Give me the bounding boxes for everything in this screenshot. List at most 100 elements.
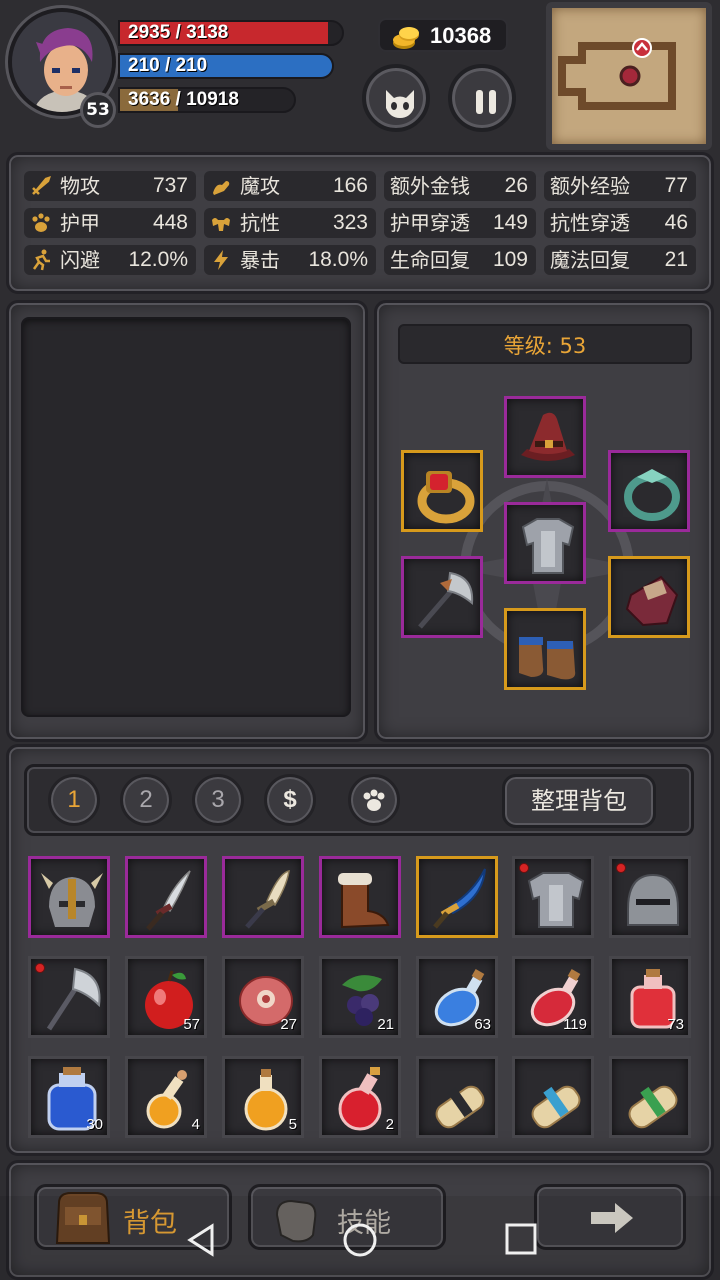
back-icon[interactable] [184, 1222, 218, 1258]
stat-label: 护甲 [60, 211, 100, 235]
item-count: 27 [280, 1016, 297, 1033]
item-count: 2 [385, 1116, 394, 1133]
inventory-slot[interactable] [222, 856, 304, 938]
stat-value: 448 [152, 211, 188, 234]
stat-label: 抗性 [240, 211, 280, 235]
stat-value: 26 [504, 174, 528, 197]
item-count: 21 [377, 1016, 394, 1033]
pause-button[interactable] [448, 64, 516, 132]
level-badge: 53 [80, 92, 116, 128]
paw-icon [363, 789, 385, 811]
equip-slot-chest[interactable] [504, 502, 586, 584]
stat-3: 额外金钱 26 [384, 171, 536, 201]
inventory-slot[interactable] [319, 856, 401, 938]
chest-armor-icon [527, 872, 585, 928]
inventory-slot[interactable] [609, 856, 691, 938]
stat-value: 149 [492, 211, 528, 234]
inventory-slot[interactable] [416, 1056, 498, 1138]
boots-icon [519, 637, 576, 680]
stat-label: 额外经验 [550, 174, 630, 198]
inventory-slot[interactable]: 30 [28, 1056, 110, 1138]
inventory-slot[interactable]: 4 [125, 1056, 207, 1138]
equip-slot-feet[interactable] [504, 608, 586, 690]
tab-pet[interactable] [348, 774, 400, 826]
stat-value: 737 [152, 174, 188, 197]
item-count: 73 [667, 1016, 684, 1033]
equip-slot-hands[interactable] [608, 556, 690, 638]
recents-icon[interactable] [504, 1222, 538, 1256]
tab-page-2[interactable]: 2 [120, 774, 172, 826]
exp-text: 3636 / 10918 [128, 89, 239, 110]
inventory-slot[interactable]: 2 [319, 1056, 401, 1138]
stat-value: 323 [332, 211, 368, 234]
cat-face-icon [386, 90, 414, 118]
pet-button[interactable] [362, 64, 430, 132]
stat-label: 护甲穿透 [390, 211, 470, 235]
stat-6: 抗性 323 [204, 208, 376, 238]
jade-ring-icon [624, 469, 680, 521]
lightning-icon [214, 250, 228, 270]
scroll-green-icon [628, 1085, 678, 1129]
inventory-slot[interactable]: 73 [609, 956, 691, 1038]
item-count: 63 [474, 1016, 491, 1033]
sort-inventory-button[interactable]: 整理背包 [502, 774, 656, 828]
scroll-black-icon [435, 1085, 485, 1129]
axe-icon [418, 571, 474, 629]
inventory-slot[interactable]: 21 [319, 956, 401, 1038]
inventory-slot[interactable] [416, 856, 498, 938]
inventory-slot[interactable]: 119 [512, 956, 594, 1038]
item-count: 30 [86, 1116, 103, 1133]
stat-label: 暴击 [240, 248, 280, 272]
stat-12: 魔法回复 21 [544, 245, 696, 275]
inventory-slot[interactable]: 27 [222, 956, 304, 1038]
stat-label: 抗性穿透 [550, 211, 630, 235]
blue-scimitar-icon [433, 868, 486, 929]
equip-slot-weapon[interactable] [401, 556, 483, 638]
stat-label: 魔攻 [240, 174, 280, 198]
stat-9: 闪避 12.0% [24, 245, 196, 275]
magic-hand-icon [213, 181, 230, 195]
bone-dagger-icon [245, 870, 290, 929]
item-count: 57 [183, 1016, 200, 1033]
home-icon[interactable] [342, 1222, 378, 1258]
gold-coins-icon [393, 27, 419, 49]
mp-text: 210 / 210 [128, 55, 208, 76]
stat-label: 物攻 [60, 174, 100, 198]
item-count: 4 [191, 1116, 200, 1133]
stat-2: 魔攻 166 [204, 171, 376, 201]
horned-helmet-icon [41, 873, 103, 927]
minimap[interactable] [546, 2, 712, 150]
stat-value: 166 [332, 174, 368, 197]
battle-axe-icon [46, 967, 101, 1031]
character-preview-panel [6, 300, 368, 742]
inventory-slot[interactable] [512, 856, 594, 938]
gold-value: 10368 [430, 23, 492, 48]
tab-page-1[interactable]: 1 [48, 774, 100, 826]
stat-value: 77 [664, 174, 688, 197]
stat-4: 额外经验 77 [544, 171, 696, 201]
item-count: 119 [563, 1016, 587, 1033]
inventory-slot[interactable] [28, 856, 110, 938]
running-icon [32, 249, 50, 271]
inventory-slot[interactable] [609, 1056, 691, 1138]
exp-bar: 3636 / 10918 [118, 87, 296, 113]
equip-slot-ring-right[interactable] [608, 450, 690, 532]
inventory-slot[interactable] [28, 956, 110, 1038]
equip-slot-ring-left[interactable] [401, 450, 483, 532]
inventory-slot[interactable]: 63 [416, 956, 498, 1038]
gold-counter: 10368 [378, 18, 508, 52]
new-item-dot [35, 963, 45, 973]
hat-icon [521, 412, 575, 461]
inventory-slot[interactable] [512, 1056, 594, 1138]
stat-value: 46 [664, 211, 688, 234]
tab-page-3[interactable]: 3 [192, 774, 244, 826]
stat-1: 物攻 737 [24, 171, 196, 201]
inventory-slot[interactable]: 57 [125, 956, 207, 1038]
tab-shop[interactable]: $ [264, 774, 316, 826]
inventory-slot[interactable]: 5 [222, 1056, 304, 1138]
stat-value: 12.0% [128, 248, 188, 271]
system-navigation-bar [0, 1196, 720, 1280]
inventory-slot[interactable] [125, 856, 207, 938]
sword-icon [32, 176, 51, 195]
equip-slot-head[interactable] [504, 396, 586, 478]
